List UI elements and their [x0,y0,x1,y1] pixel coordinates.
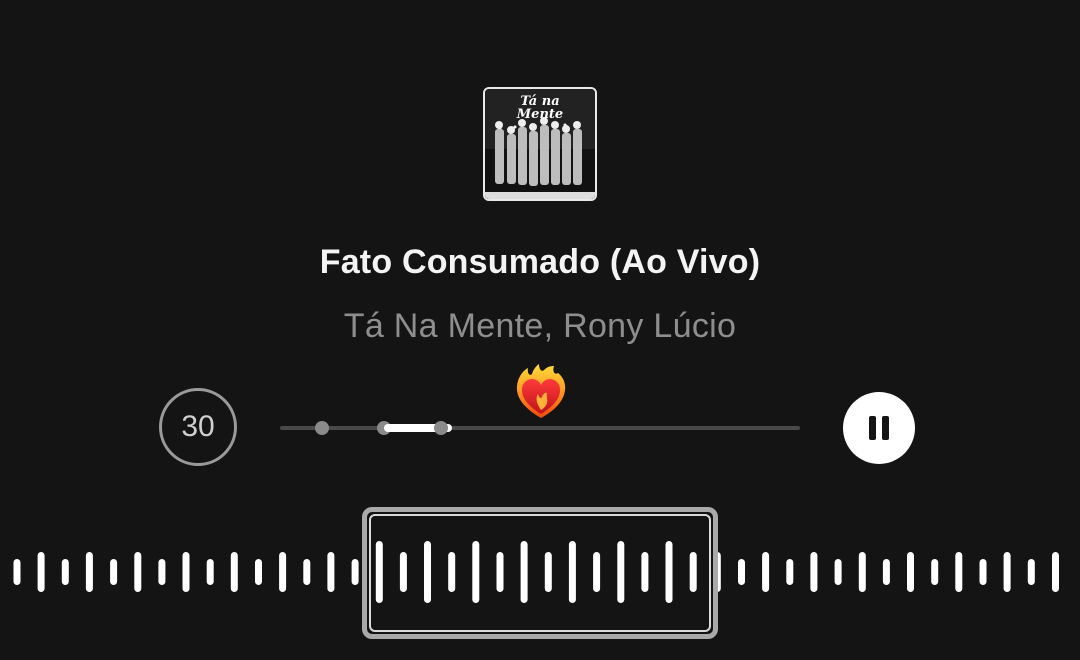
waveform-bar [85,552,93,592]
waveform-bar [738,559,745,585]
waveform-bar [206,559,214,585]
waveform-bar [327,552,335,592]
music-share-screen: Tá na Mente Fato Consumado (Ao Vivo) Tá … [0,0,1080,660]
waveform-bar [882,559,890,585]
waveform-bar [762,552,770,592]
waveform-bar [1052,552,1059,592]
waveform-bar [351,559,359,585]
pause-button[interactable] [843,392,915,464]
waveform-bar [858,552,866,592]
waveform-bar [182,552,190,592]
waveform-bar [13,559,21,585]
skip-30-label: 30 [181,410,215,443]
progress-track[interactable] [280,421,800,435]
waveform-bar [786,559,794,585]
waveform-bar [37,552,45,592]
waveform-bar [931,559,939,585]
waveform-bar [61,559,69,585]
album-art: Tá na Mente [483,87,597,201]
waveform-bar [907,552,914,592]
waveform-bar [230,552,238,592]
song-artists: Tá Na Mente, Rony Lúcio [343,307,737,345]
pause-icon [869,416,876,440]
waveform-bar [255,559,262,585]
waveform-bar [158,559,166,585]
waveform-bar [1003,552,1011,592]
waveform-bar [279,552,287,592]
trim-selection-window[interactable] [362,507,718,639]
album-cover-image: Tá na Mente [485,89,595,199]
waveform-bar [134,552,142,592]
waveform-bar [110,559,118,585]
waveform-bar [979,559,987,585]
waveform-bar [955,552,963,592]
waveform-bar [1027,559,1035,585]
heart-on-fire-icon[interactable] [514,364,568,420]
svg-text:Mente: Mente [516,107,563,122]
song-title: Fato Consumado (Ao Vivo) [319,243,761,281]
waveform-bar [303,559,311,585]
skip-30-button[interactable]: 30 [159,388,237,466]
progress-marker[interactable] [434,421,449,435]
waveform-bar [834,559,842,585]
progress-marker[interactable] [314,421,329,435]
waveform-bar [810,552,818,592]
